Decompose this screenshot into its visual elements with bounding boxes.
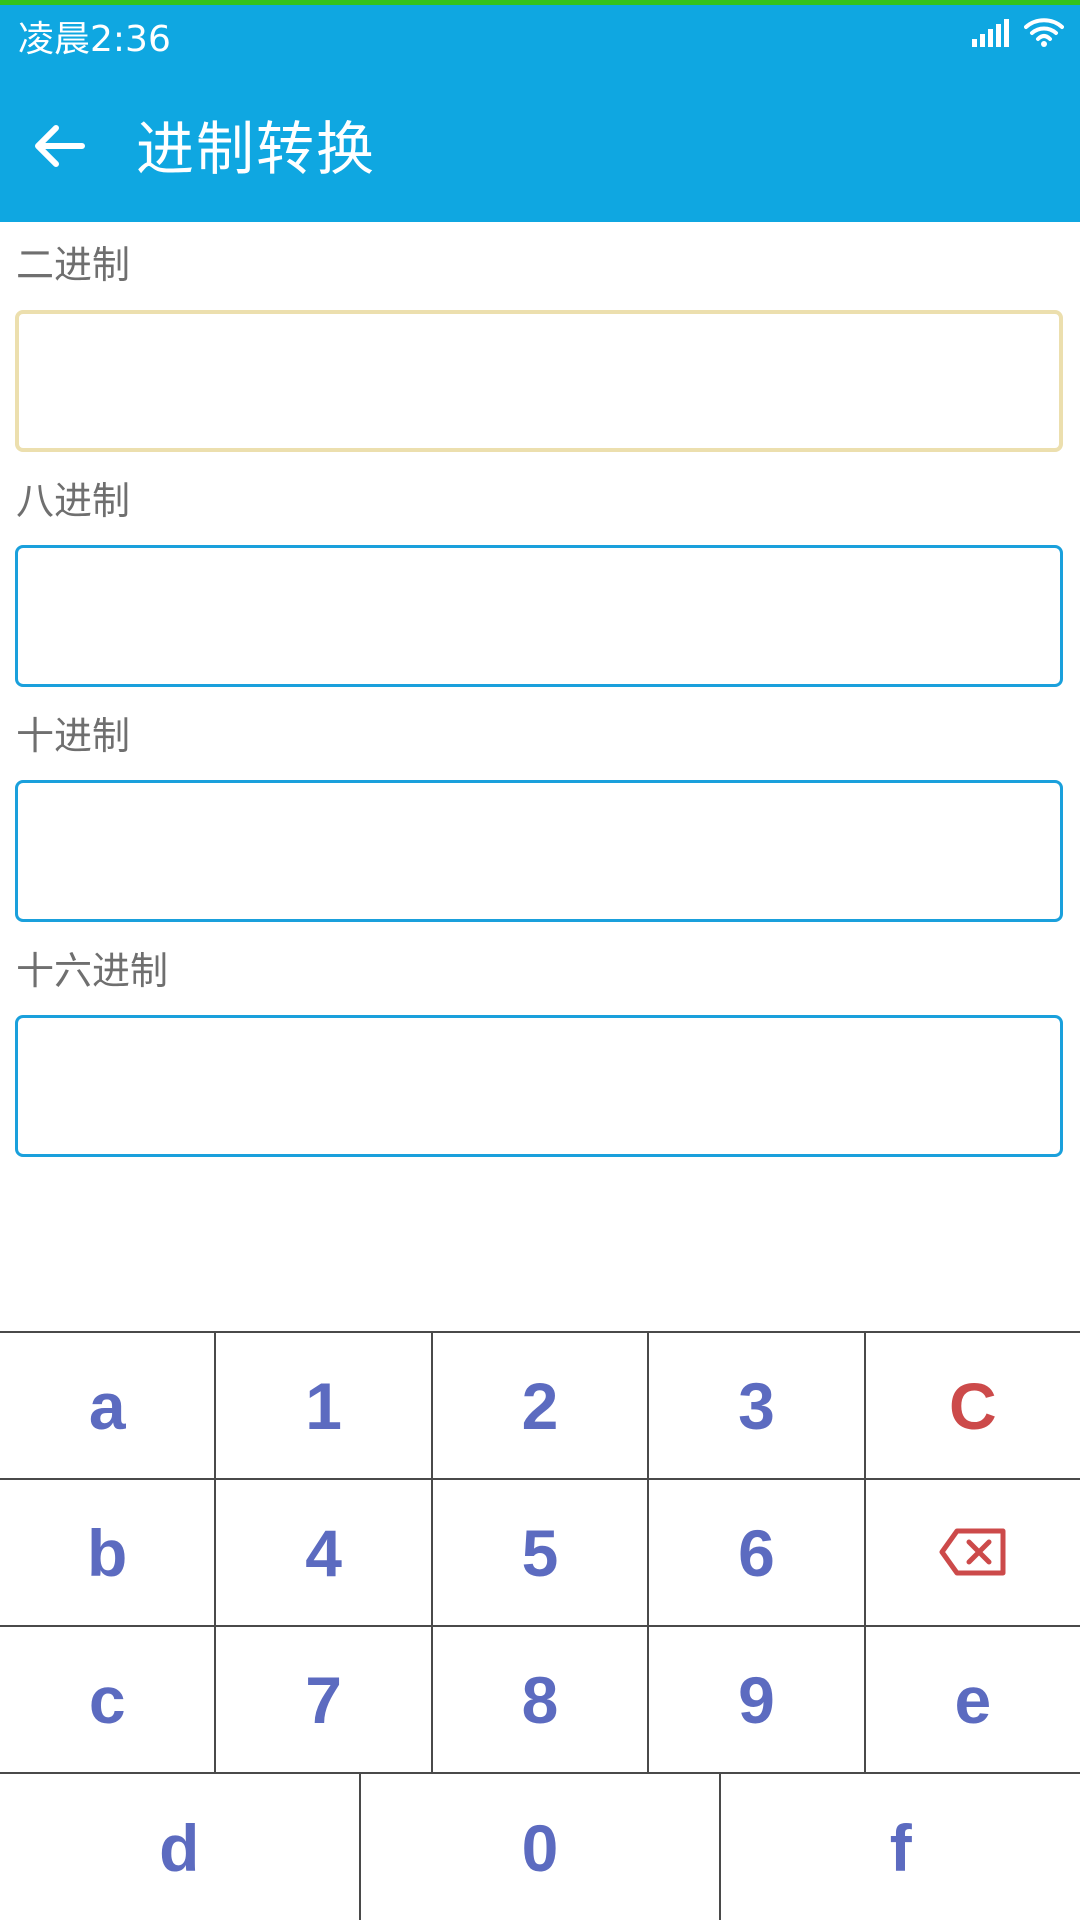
backspace-icon bbox=[939, 1515, 1007, 1591]
key-a[interactable]: a bbox=[0, 1333, 217, 1478]
key-c[interactable]: c bbox=[0, 1627, 217, 1772]
binary-input[interactable] bbox=[15, 310, 1063, 452]
decimal-input[interactable] bbox=[15, 780, 1063, 922]
key-5[interactable]: 5 bbox=[433, 1480, 650, 1625]
screen: 凌晨2:36 进制转换 二进制 八进制 十进制 十六进制 a 1 2 3 C b… bbox=[0, 0, 1080, 1920]
status-icons bbox=[972, 17, 1064, 51]
key-4[interactable]: 4 bbox=[216, 1480, 433, 1625]
key-f[interactable]: f bbox=[721, 1774, 1080, 1920]
binary-label: 二进制 bbox=[16, 243, 131, 287]
backspace-button[interactable] bbox=[866, 1480, 1080, 1625]
octal-input[interactable] bbox=[15, 545, 1063, 687]
key-e[interactable]: e bbox=[866, 1627, 1080, 1772]
key-7[interactable]: 7 bbox=[216, 1627, 433, 1772]
key-2[interactable]: 2 bbox=[433, 1333, 650, 1478]
decimal-label: 十进制 bbox=[16, 714, 131, 758]
app-bar: 进制转换 bbox=[0, 75, 1080, 222]
keypad-row-2: b 4 5 6 bbox=[0, 1480, 1080, 1627]
hex-label: 十六进制 bbox=[16, 949, 169, 993]
key-8[interactable]: 8 bbox=[433, 1627, 650, 1772]
clear-button[interactable]: C bbox=[866, 1333, 1080, 1478]
key-3[interactable]: 3 bbox=[649, 1333, 866, 1478]
key-1[interactable]: 1 bbox=[216, 1333, 433, 1478]
hex-input[interactable] bbox=[15, 1015, 1063, 1157]
back-button[interactable] bbox=[22, 110, 98, 186]
status-time: 凌晨2:36 bbox=[18, 19, 171, 60]
key-d[interactable]: d bbox=[0, 1774, 361, 1920]
key-0[interactable]: 0 bbox=[361, 1774, 722, 1920]
keypad: a 1 2 3 C b 4 5 6 c 7 8 9 e d 0 f bbox=[0, 1331, 1080, 1920]
page-title: 进制转换 bbox=[136, 115, 377, 183]
keypad-row-3: c 7 8 9 e bbox=[0, 1627, 1080, 1774]
keypad-row-4: d 0 f bbox=[0, 1774, 1080, 1920]
status-bar: 凌晨2:36 bbox=[0, 5, 1080, 75]
signal-icon bbox=[972, 19, 1010, 51]
key-9[interactable]: 9 bbox=[649, 1627, 866, 1772]
key-b[interactable]: b bbox=[0, 1480, 217, 1625]
back-arrow-icon bbox=[34, 124, 86, 172]
wifi-icon bbox=[1024, 17, 1064, 51]
octal-label: 八进制 bbox=[16, 479, 131, 523]
key-6[interactable]: 6 bbox=[649, 1480, 866, 1625]
keypad-row-1: a 1 2 3 C bbox=[0, 1333, 1080, 1480]
